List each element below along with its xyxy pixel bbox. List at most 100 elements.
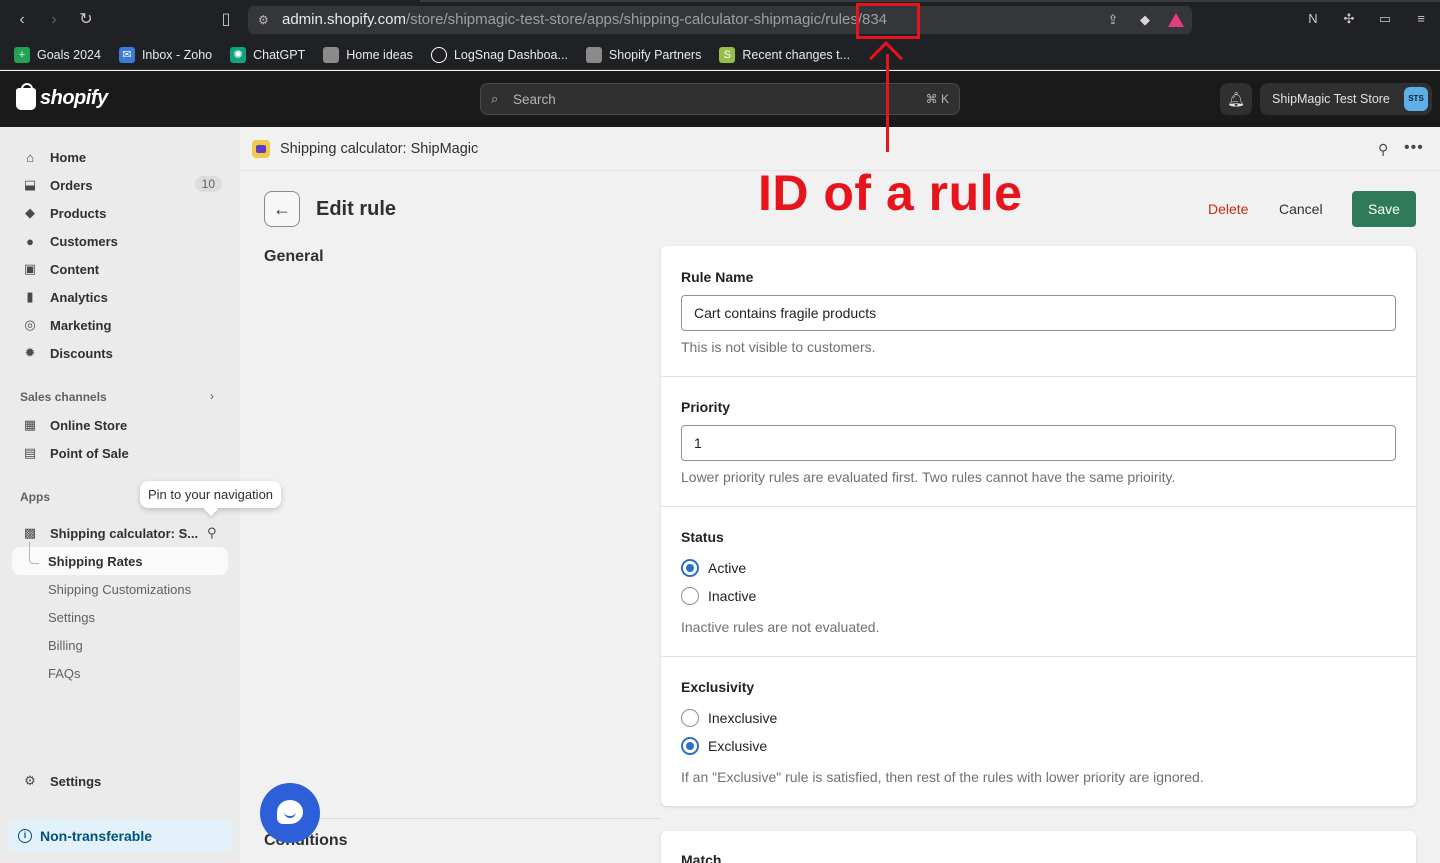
radio-selected[interactable] xyxy=(681,737,699,755)
status-radio-active[interactable]: Active xyxy=(681,559,746,577)
section-divider xyxy=(264,818,661,819)
sidebar-subitem-billing[interactable]: Billing xyxy=(48,638,83,653)
bookmark-inbox[interactable]: ✉ Inbox - Zoho xyxy=(118,46,212,63)
exclusivity-help: If an "Exclusive" rule is satisfied, the… xyxy=(681,769,1204,785)
sales-channels-heading[interactable]: Sales channels xyxy=(20,390,107,404)
radio-unselected[interactable] xyxy=(681,709,699,727)
sidebar-subitem-settings[interactable]: Settings xyxy=(48,610,95,625)
notifications-bell-icon[interactable]: 🔔︎ xyxy=(1220,83,1252,115)
sidebar-subitem-faqs[interactable]: FAQs xyxy=(48,666,81,681)
sidebar-item-shipping-calculator[interactable]: ▩ Shipping calculator: S... xyxy=(12,519,228,547)
bookmark-shopify-partners[interactable]: Shopify Partners xyxy=(585,46,701,63)
bookmark-label: Goals 2024 xyxy=(37,47,101,62)
shopify-logo[interactable]: shopify xyxy=(16,82,108,110)
rule-name-field[interactable] xyxy=(681,295,1396,331)
match-label: Match xyxy=(681,852,722,863)
arrow-left-icon: ← xyxy=(273,199,291,219)
menu-icon[interactable]: ≡ xyxy=(1412,10,1430,28)
conditions-card: Match xyxy=(661,831,1416,863)
exclusivity-radio-inexclusive[interactable]: Inexclusive xyxy=(681,709,777,727)
bookmark-recent-changes[interactable]: S Recent changes t... xyxy=(719,46,851,63)
bookmark-goals[interactable]: + Goals 2024 xyxy=(14,46,101,63)
sidebar-item-content[interactable]: ▣ Content xyxy=(12,255,228,283)
home-icon: ⌂ xyxy=(26,149,34,165)
bookmark-label: ChatGPT xyxy=(253,47,306,62)
bookmark-label: Recent changes t... xyxy=(742,47,851,62)
analytics-icon: ▮ xyxy=(26,289,34,304)
sidebar-item-label: Customers xyxy=(50,233,118,249)
url-actions: ⇪ ◆ xyxy=(1104,11,1184,29)
app-icon: ▩ xyxy=(23,525,37,540)
back-arrow-icon[interactable]: ‹ xyxy=(12,10,32,30)
sidebar-item-orders[interactable]: ⬓ Orders 10 xyxy=(12,171,228,199)
sidebar-item-point-of-sale[interactable]: ▤ Point of Sale xyxy=(12,439,228,467)
radio-label: Active xyxy=(708,560,747,576)
radio-unselected[interactable] xyxy=(681,587,699,605)
reload-icon[interactable]: ↻ xyxy=(76,10,96,30)
status-label: Status xyxy=(681,529,724,545)
logsnag-icon xyxy=(430,46,447,63)
brave-rewards-icon[interactable] xyxy=(1168,13,1184,27)
save-button[interactable]: Save xyxy=(1352,191,1416,227)
general-card: Rule Name This is not visible to custome… xyxy=(661,246,1416,806)
sidebar-item-analytics[interactable]: ▮ Analytics xyxy=(12,283,228,311)
sidebar-item-label: Orders xyxy=(50,177,93,193)
share-icon[interactable]: ⇪ xyxy=(1104,11,1122,29)
annotation-highlight-box xyxy=(856,3,920,39)
sidebar-item-label: Marketing xyxy=(50,317,112,333)
radio-selected[interactable] xyxy=(681,559,699,577)
brave-shields-icon[interactable]: ◆ xyxy=(1136,11,1154,29)
sidebar-item-label: Content xyxy=(50,261,100,277)
priority-field[interactable] xyxy=(681,425,1396,461)
search-placeholder: Search xyxy=(513,92,556,107)
sidebar-item-customers[interactable]: ● Customers xyxy=(12,227,228,255)
shopify-bag-icon xyxy=(16,82,36,110)
site-settings-icon[interactable]: ⚙ xyxy=(258,12,274,28)
bookmark-logsnag[interactable]: LogSnag Dashboa... xyxy=(430,46,568,63)
sidebar-item-label: Discounts xyxy=(50,345,113,361)
address-bar[interactable]: ⚙ admin.shopify.com/store/shipmagic-test… xyxy=(248,6,1192,34)
sidebar-item-label: Products xyxy=(50,205,107,221)
sidebar-item-online-store[interactable]: ▦ Online Store xyxy=(12,411,228,439)
bookmark-icon[interactable]: ▯ xyxy=(216,10,236,30)
notion-icon[interactable]: N xyxy=(1304,10,1322,28)
pin-icon[interactable]: ⚲ xyxy=(207,525,217,541)
sidebar-subitem-shipping-rates[interactable]: Shipping Rates xyxy=(48,554,143,569)
wallet-icon[interactable]: ▭ xyxy=(1376,10,1394,28)
bookmark-chatgpt[interactable]: ✺ ChatGPT xyxy=(230,46,306,63)
non-transferable-banner[interactable]: i Non-transferable xyxy=(8,819,232,853)
app-icon xyxy=(252,140,270,158)
sidebar-item-settings[interactable]: ⚙ Settings xyxy=(12,767,228,795)
rule-name-help: This is not visible to customers. xyxy=(681,339,876,355)
sidebar-item-products[interactable]: ◆ Products xyxy=(12,199,228,227)
extensions-icon[interactable]: ✣ xyxy=(1340,10,1358,28)
non-transferable-label: Non-transferable xyxy=(40,828,153,844)
app-title: Shipping calculator: ShipMagic xyxy=(280,141,479,157)
tab-strip xyxy=(420,0,1440,2)
back-button[interactable]: ← xyxy=(264,191,300,227)
bookmark-home-ideas[interactable]: Home ideas xyxy=(323,46,413,63)
sidebar-item-label: Settings xyxy=(50,773,102,789)
chat-widget-button[interactable] xyxy=(260,783,320,843)
orders-count-badge: 10 xyxy=(194,176,222,192)
delete-button[interactable]: Delete xyxy=(1196,191,1260,227)
exclusivity-label: Exclusivity xyxy=(681,679,755,695)
forward-arrow-icon[interactable]: › xyxy=(44,10,64,30)
cancel-button[interactable]: Cancel xyxy=(1268,191,1334,227)
sidebar-item-marketing[interactable]: ◎ Marketing xyxy=(12,311,228,339)
priority-label: Priority xyxy=(681,399,731,415)
exclusivity-radio-exclusive[interactable]: Exclusive xyxy=(681,737,767,755)
store-menu-button[interactable]: ShipMagic Test Store STS xyxy=(1260,83,1432,115)
search-icon: ⌕ xyxy=(491,91,499,106)
pin-icon[interactable]: ⚲ xyxy=(1378,141,1388,158)
more-options-icon[interactable]: ••• xyxy=(1404,139,1424,157)
sidebar-subitem-shipping-customizations[interactable]: Shipping Customizations xyxy=(48,582,191,597)
store-name: ShipMagic Test Store xyxy=(1272,92,1390,106)
bookmark-label: LogSnag Dashboa... xyxy=(453,47,568,62)
sidebar-item-home[interactable]: ⌂ Home xyxy=(12,143,228,171)
sidebar-item-discounts[interactable]: ✹ Discounts xyxy=(12,339,228,367)
chevron-right-icon[interactable]: › xyxy=(210,389,214,403)
url-text: admin.shopify.com/store/shipmagic-test-s… xyxy=(282,11,887,28)
status-radio-inactive[interactable]: Inactive xyxy=(681,587,756,605)
store-icon: ▦ xyxy=(23,417,37,432)
